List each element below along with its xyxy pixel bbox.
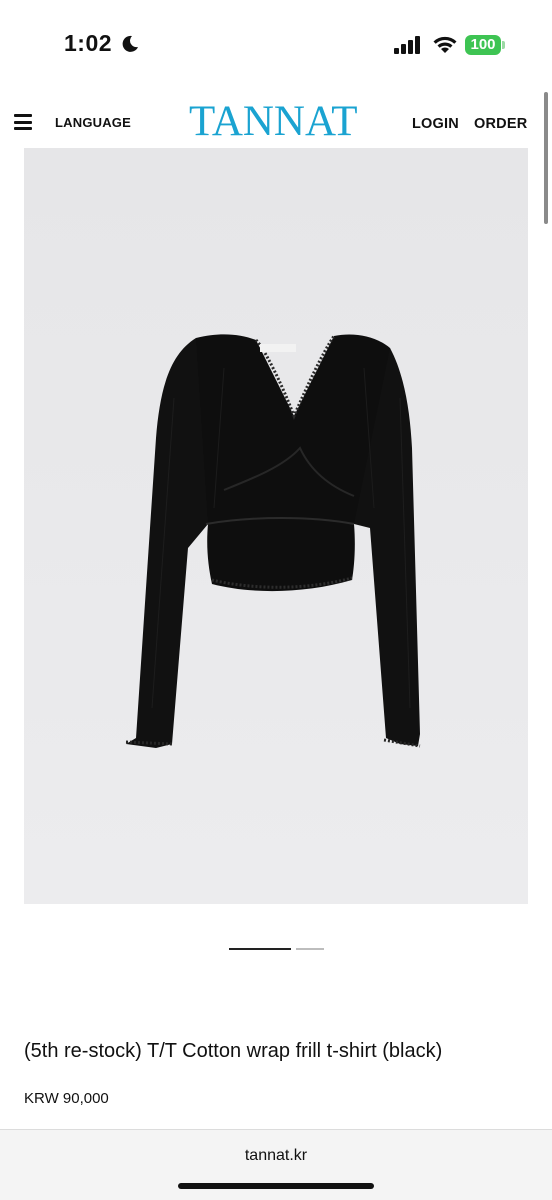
carousel-indicator-2[interactable]	[296, 948, 324, 950]
product-image[interactable]	[24, 148, 528, 904]
status-time: 1:02	[64, 30, 113, 56]
wifi-icon	[433, 36, 457, 53]
url-text[interactable]: tannat.kr	[0, 1147, 552, 1165]
status-bar: 1:02 100	[0, 0, 552, 90]
login-link[interactable]: LOGIN	[412, 116, 459, 132]
battery-tip	[502, 41, 505, 49]
signal-icon	[394, 36, 420, 54]
scrollbar[interactable]	[544, 92, 548, 224]
home-indicator[interactable]	[178, 1183, 374, 1189]
carousel-indicator-1[interactable]	[229, 948, 291, 950]
garment-illustration	[24, 148, 528, 904]
language-link[interactable]: LANGUAGE	[55, 115, 131, 130]
site-header: LANGUAGE TANNAT LOGIN ORDER	[0, 96, 552, 148]
battery-icon: 100	[465, 35, 501, 55]
hamburger-menu-icon[interactable]	[14, 114, 32, 130]
product-title: (5th re-stock) T/T Cotton wrap frill t-s…	[24, 1040, 443, 1062]
moon-icon	[122, 35, 138, 52]
product-price: KRW 90,000	[24, 1090, 109, 1107]
brand-logo[interactable]: TANNAT	[189, 100, 358, 143]
browser-url-bar[interactable]: tannat.kr	[0, 1129, 552, 1200]
order-link[interactable]: ORDER	[474, 116, 527, 132]
page: 1:02 100 LANGUAGE TANNAT LOGIN ORDER (5t…	[0, 0, 552, 1200]
